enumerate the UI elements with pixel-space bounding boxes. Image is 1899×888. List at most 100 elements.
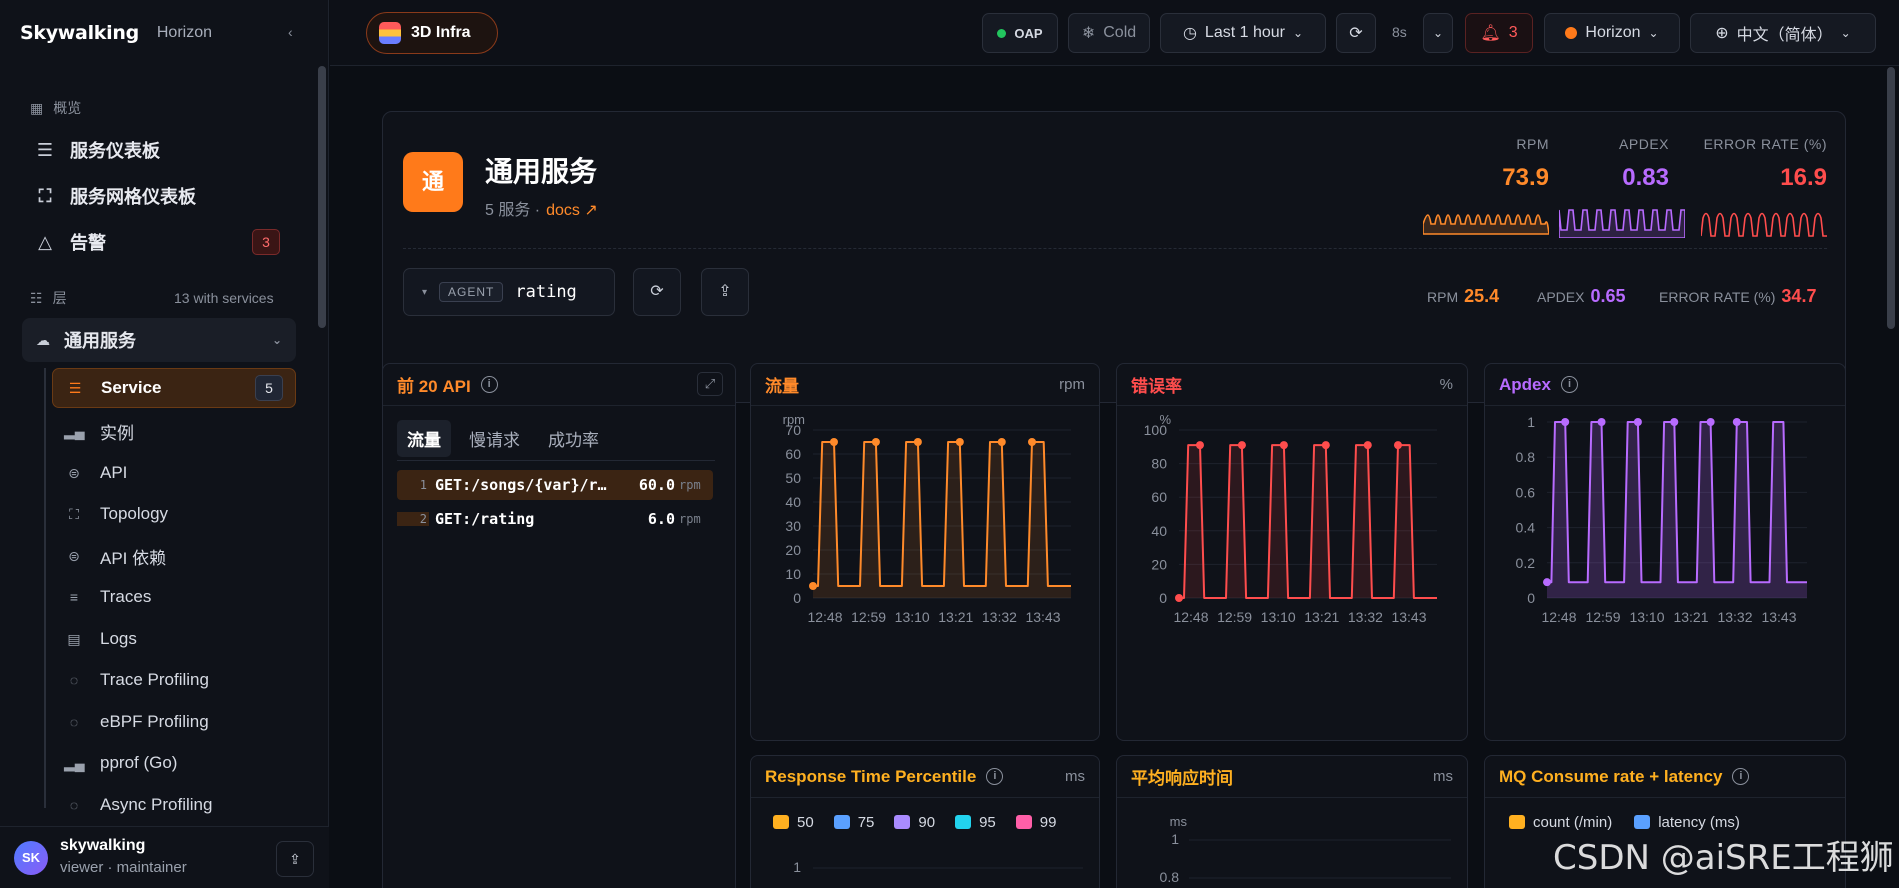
theme-select[interactable]: Horizon ⌄ bbox=[1544, 13, 1680, 53]
time-range-select[interactable]: ◷ Last 1 hour ⌄ bbox=[1160, 13, 1326, 53]
brand-product: Horizon bbox=[156, 24, 213, 41]
3d-infra-button[interactable]: 3D Infra bbox=[366, 12, 498, 54]
status-dot bbox=[997, 28, 1007, 38]
user-name: skywalking bbox=[60, 837, 146, 854]
data-point bbox=[1195, 441, 1204, 450]
apdex-panel: Apdex i 0 0.2 0.4 0.6 0.8 1 12:48 12:59 13:10 13:… bbox=[1484, 363, 1846, 741]
info-icon[interactable]: i bbox=[1732, 768, 1750, 785]
collapse-sidebar-icon[interactable]: ‹ bbox=[288, 24, 293, 40]
panel-unit: % bbox=[1439, 376, 1453, 393]
legend-item[interactable]: 99 bbox=[1015, 814, 1056, 831]
y-tick-label: 1 bbox=[793, 859, 801, 875]
logout-icon[interactable]: ⇪ bbox=[276, 841, 314, 877]
legend-item[interactable]: count (/min) bbox=[1509, 814, 1612, 831]
avg-response-chart: ms 1 0.8 bbox=[1160, 814, 1451, 885]
oap-label: OAP bbox=[1014, 25, 1043, 41]
refresh-button[interactable]: ⟳ bbox=[1336, 13, 1376, 53]
y-axis-unit: ms bbox=[1170, 814, 1188, 829]
legend-item[interactable]: 95 bbox=[955, 814, 996, 831]
sidebar-item-ebpf-profiling[interactable]: ◌ eBPF Profiling bbox=[64, 702, 209, 742]
x-tick-label: 13:10 bbox=[1629, 609, 1664, 625]
oap-status-button[interactable]: OAP bbox=[982, 13, 1058, 53]
sidebar-item-traces[interactable]: ≡ Traces bbox=[64, 577, 151, 617]
tab-success-rate[interactable]: 成功率 bbox=[538, 420, 609, 457]
sub-item-label: Logs bbox=[100, 629, 137, 648]
table-row[interactable]: 2 GET:/rating 6.0 rpm bbox=[397, 504, 713, 534]
error-rate-value: 16.9 bbox=[1780, 164, 1827, 191]
x-tick-label: 13:43 bbox=[1391, 609, 1426, 625]
flame-icon: ◌ bbox=[69, 797, 79, 813]
layers-stack-icon bbox=[379, 22, 401, 44]
refresh-interval-dropdown[interactable]: ⌄ bbox=[1423, 13, 1453, 53]
alerts-count: 3 bbox=[1508, 24, 1518, 41]
reload-service-button[interactable]: ⟳ bbox=[633, 268, 681, 316]
legend-item[interactable]: 75 bbox=[833, 814, 875, 831]
y-tick-label: 0.8 bbox=[1160, 869, 1180, 885]
sidebar-item-trace-profiling[interactable]: ◌ Trace Profiling bbox=[64, 660, 209, 700]
tab-slow-requests[interactable]: 慢请求 bbox=[459, 420, 530, 457]
sidebar-item-instance[interactable]: ▂▄ 实例 bbox=[64, 411, 134, 451]
service-selector[interactable]: ▾ AGENT rating bbox=[403, 268, 615, 316]
api-unit: rpm bbox=[679, 512, 701, 526]
sidebar-item-mesh-dashboard[interactable]: ⛶ 服务网格仪表板 bbox=[34, 177, 196, 215]
sidebar-item-api-dependency[interactable]: ⊜ API 依赖 bbox=[64, 536, 166, 576]
sidebar-item-api[interactable]: ⊜ API bbox=[64, 453, 127, 493]
y-tick-label: 0.8 bbox=[1516, 449, 1536, 465]
info-icon[interactable]: i bbox=[986, 768, 1004, 785]
traces-icon: ≡ bbox=[69, 589, 79, 605]
language-select[interactable]: ⊕ 中文（简体） ⌄ bbox=[1690, 13, 1876, 53]
info-icon[interactable]: i bbox=[480, 376, 498, 393]
panel-unit: rpm bbox=[1059, 376, 1085, 393]
warning-icon: △ bbox=[38, 232, 52, 252]
sidebar-item-service-dashboard[interactable]: ☰ 服务仪表板 bbox=[34, 131, 160, 169]
sidebar-item-alerts[interactable]: △ 告警 bbox=[34, 223, 106, 261]
data-point bbox=[871, 438, 880, 446]
group-label: 通用服务 bbox=[64, 331, 136, 351]
avatar[interactable]: SK bbox=[14, 841, 48, 875]
series-line bbox=[1547, 421, 1807, 584]
hero-divider bbox=[403, 248, 1827, 249]
y-tick-label: 1 bbox=[1171, 831, 1179, 847]
chevron-down-icon: ⌄ bbox=[1292, 26, 1304, 40]
table-row[interactable]: 1 GET:/songs/{var}/r… 60.0 rpm bbox=[397, 470, 713, 500]
y-tick-label: 80 bbox=[1151, 456, 1167, 472]
main-scrollbar[interactable] bbox=[1887, 67, 1895, 329]
alerts-button[interactable]: 🔔︎ 3 bbox=[1465, 13, 1533, 53]
sidebar-item-pprof[interactable]: ▂▄ pprof (Go) bbox=[64, 743, 177, 783]
cold-toggle-button[interactable]: ❄ Cold bbox=[1068, 13, 1150, 53]
panel-title: 流量 bbox=[765, 377, 799, 396]
legend-item[interactable]: 50 bbox=[773, 814, 814, 831]
expand-icon[interactable]: ⤢ bbox=[697, 372, 723, 396]
info-icon[interactable]: i bbox=[1560, 376, 1578, 393]
legend-item[interactable]: 90 bbox=[894, 814, 935, 831]
legend-label: 75 bbox=[857, 814, 875, 831]
chevron-down-icon: ⌄ bbox=[1648, 26, 1659, 40]
sidebar-scrollbar[interactable] bbox=[318, 66, 326, 328]
sidebar-item-async-profiling[interactable]: ◌ Async Profiling bbox=[64, 785, 213, 825]
docs-link[interactable]: docs ↗ bbox=[546, 202, 598, 219]
panel-title: 错误率 bbox=[1131, 377, 1182, 396]
response-time-percentile-panel: Response Time Percentile i ms 50 75 90 9… bbox=[750, 755, 1100, 888]
avg-response-header: 平均响应时间 ms bbox=[1117, 756, 1467, 798]
legend-item[interactable]: latency (ms) bbox=[1634, 814, 1740, 831]
panel-unit: ms bbox=[1065, 768, 1085, 785]
sidebar-item-topology[interactable]: ⛶ Topology bbox=[64, 494, 168, 534]
sub-item-label: Async Profiling bbox=[100, 795, 213, 814]
tab-traffic[interactable]: 流量 bbox=[397, 420, 451, 457]
sub-item-label: API 依赖 bbox=[100, 548, 167, 568]
export-button[interactable]: ⇪ bbox=[701, 268, 749, 316]
y-tick-label: 10 bbox=[785, 566, 801, 582]
chevron-down-icon: ⌄ bbox=[1840, 26, 1851, 40]
panel-title: Response Time Percentile bbox=[765, 766, 977, 786]
sidebar-item-service[interactable]: ☰ Service 5 bbox=[52, 368, 296, 408]
top-api-tabs: 流量 慢请求 成功率 bbox=[397, 420, 609, 457]
legend-label: count (/min) bbox=[1533, 814, 1613, 831]
panel-title: 平均响应时间 bbox=[1131, 769, 1233, 788]
data-point bbox=[1732, 418, 1741, 426]
3d-infra-label: 3D Infra bbox=[411, 24, 471, 41]
layer-group-general-service[interactable]: ☁ 通用服务 ⌄ bbox=[22, 318, 296, 362]
sidebar-item-logs[interactable]: ▤ Logs bbox=[64, 619, 137, 659]
y-tick-label: 0 bbox=[793, 590, 801, 606]
brand[interactable]: Skywalking Horizon bbox=[20, 16, 212, 50]
data-point bbox=[1175, 594, 1183, 602]
